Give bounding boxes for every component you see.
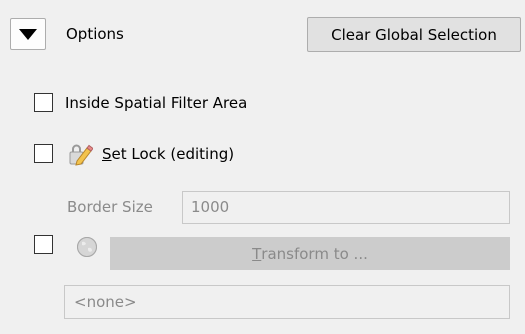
- set-lock-checkbox[interactable]: [34, 144, 53, 163]
- transform-to-button[interactable]: Transform to ...: [110, 237, 510, 270]
- pencil-lock-icon: [69, 144, 93, 166]
- transform-mnemonic: T: [252, 244, 262, 263]
- spatial-filter-checkbox[interactable]: [34, 93, 53, 112]
- globe-icon: [77, 237, 97, 257]
- transform-button-text: ransform to ...: [261, 244, 368, 263]
- triangle-down-icon: [19, 29, 37, 40]
- collapse-options-button[interactable]: [10, 18, 46, 50]
- spatial-filter-label[interactable]: Inside Spatial Filter Area: [65, 93, 247, 113]
- border-size-label: Border Size: [67, 198, 153, 216]
- set-lock-label-text: et Lock (editing): [111, 145, 235, 163]
- border-size-input[interactable]: 1000: [182, 191, 510, 224]
- options-title: Options: [66, 25, 124, 43]
- clear-global-selection-button[interactable]: Clear Global Selection: [307, 17, 521, 52]
- transform-checkbox[interactable]: [34, 235, 53, 254]
- target-crs-field[interactable]: <none>: [64, 285, 510, 319]
- set-lock-mnemonic: S: [102, 145, 112, 163]
- set-lock-label[interactable]: Set Lock (editing): [102, 144, 234, 164]
